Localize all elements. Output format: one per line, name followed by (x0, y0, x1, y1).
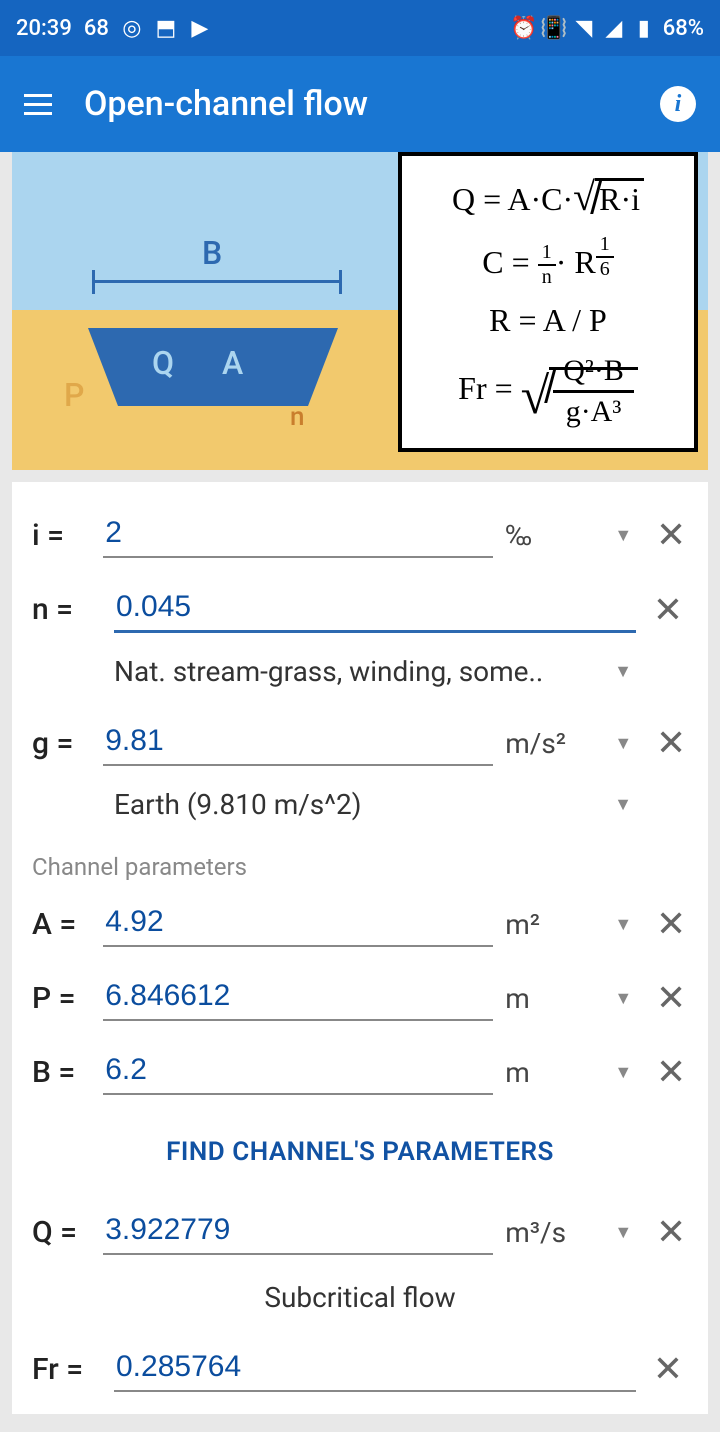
clear-i[interactable]: ✕ (654, 515, 688, 555)
status-temp: 68 (84, 16, 109, 41)
clear-Q[interactable]: ✕ (654, 1212, 688, 1252)
status-time: 20:39 (16, 16, 72, 41)
label-Fr: Fr = (32, 1352, 102, 1387)
row-Fr: Fr = ✕ (32, 1332, 688, 1406)
label-i: i = (32, 518, 91, 553)
chevron-down-icon: ▼ (614, 1062, 632, 1083)
page-title: Open-channel flow (84, 84, 628, 124)
unit-g[interactable]: m/s²▼ (505, 727, 642, 760)
wifi-icon: ◥ (573, 17, 595, 39)
battery-icon: ▮ (633, 17, 655, 39)
find-parameters-button[interactable]: FIND CHANNEL'S PARAMETERS (32, 1109, 688, 1195)
signal-icon: ◢ (603, 17, 625, 39)
unit-A[interactable]: m²▼ (505, 908, 642, 941)
alarm-icon: ⏰ (513, 17, 535, 39)
input-i[interactable] (103, 512, 493, 558)
chevron-down-icon: ▼ (614, 988, 632, 1009)
row-B: B = m▼ ✕ (32, 1035, 688, 1109)
clear-n[interactable]: ✕ (648, 590, 688, 630)
input-n[interactable] (114, 586, 636, 633)
vibrate-icon: 📳 (543, 17, 565, 39)
clear-Fr[interactable]: ✕ (648, 1349, 688, 1389)
diagram-label-p: P (64, 376, 84, 414)
chevron-down-icon: ▼ (614, 525, 632, 546)
chevron-down-icon: ▼ (614, 733, 632, 754)
input-P[interactable] (103, 975, 493, 1021)
info-icon[interactable]: i (660, 86, 696, 122)
input-Fr[interactable] (114, 1346, 636, 1392)
row-A: A = m²▼ ✕ (32, 887, 688, 961)
input-B[interactable] (103, 1049, 493, 1095)
chevron-down-icon: ▼ (614, 1222, 632, 1243)
preset-g[interactable]: Earth (9.810 m/s^2) ▼ (32, 780, 688, 839)
diagram-label-b: B (202, 234, 222, 272)
label-A: A = (32, 907, 91, 942)
play-icon: ▶ (189, 17, 211, 39)
clear-P[interactable]: ✕ (654, 978, 688, 1018)
formula-box: Q = A·C·√R·i C = 1n· R16 R = A / P Fr = … (398, 152, 698, 452)
diagram-label-q: Q (152, 344, 174, 382)
unit-Q[interactable]: m³/s▼ (505, 1216, 642, 1249)
channel-diagram: B Q A P n Q = A·C·√R·i C = 1n· R16 R = A… (12, 152, 708, 470)
row-P: P = m▼ ✕ (32, 961, 688, 1035)
label-Q: Q = (32, 1215, 91, 1250)
unit-i[interactable]: ‰▼ (505, 519, 642, 552)
clear-B[interactable]: ✕ (654, 1052, 688, 1092)
app-bar: Open-channel flow i (0, 56, 720, 152)
input-g[interactable] (103, 720, 493, 766)
chevron-down-icon: ▼ (614, 794, 632, 815)
unit-B[interactable]: m▼ (505, 1056, 642, 1089)
flow-status: Subcritical flow (32, 1269, 688, 1332)
form-card: i = ‰▼ ✕ n = ✕ Nat. stream-grass, windin… (12, 482, 708, 1414)
status-bar: 20:39 68 ◎ ⬒ ▶ ⏰ 📳 ◥ ◢ ▮ 68% (0, 0, 720, 56)
row-n: n = ✕ (32, 572, 688, 647)
section-channel: Channel parameters (32, 839, 688, 887)
preset-n[interactable]: Nat. stream-grass, winding, some.. ▼ (32, 647, 688, 706)
menu-icon[interactable] (24, 94, 52, 115)
label-P: P = (32, 981, 91, 1016)
download-icon: ⬒ (155, 17, 177, 39)
battery-percent: 68% (663, 16, 704, 41)
clear-A[interactable]: ✕ (654, 904, 688, 944)
chevron-down-icon: ▼ (614, 914, 632, 935)
unit-P[interactable]: m▼ (505, 982, 642, 1015)
label-n: n = (32, 592, 102, 627)
input-A[interactable] (103, 901, 493, 947)
chevron-down-icon: ▼ (614, 661, 632, 682)
label-B: B = (32, 1055, 91, 1090)
row-g: g = m/s²▼ ✕ (32, 706, 688, 780)
diagram-label-a: A (222, 344, 243, 382)
row-Q: Q = m³/s▼ ✕ (32, 1195, 688, 1269)
input-Q[interactable] (103, 1209, 493, 1255)
row-i: i = ‰▼ ✕ (32, 498, 688, 572)
label-g: g = (32, 726, 91, 761)
tracking-icon: ◎ (121, 17, 143, 39)
clear-g[interactable]: ✕ (654, 723, 688, 763)
diagram-label-n: n (290, 402, 304, 432)
